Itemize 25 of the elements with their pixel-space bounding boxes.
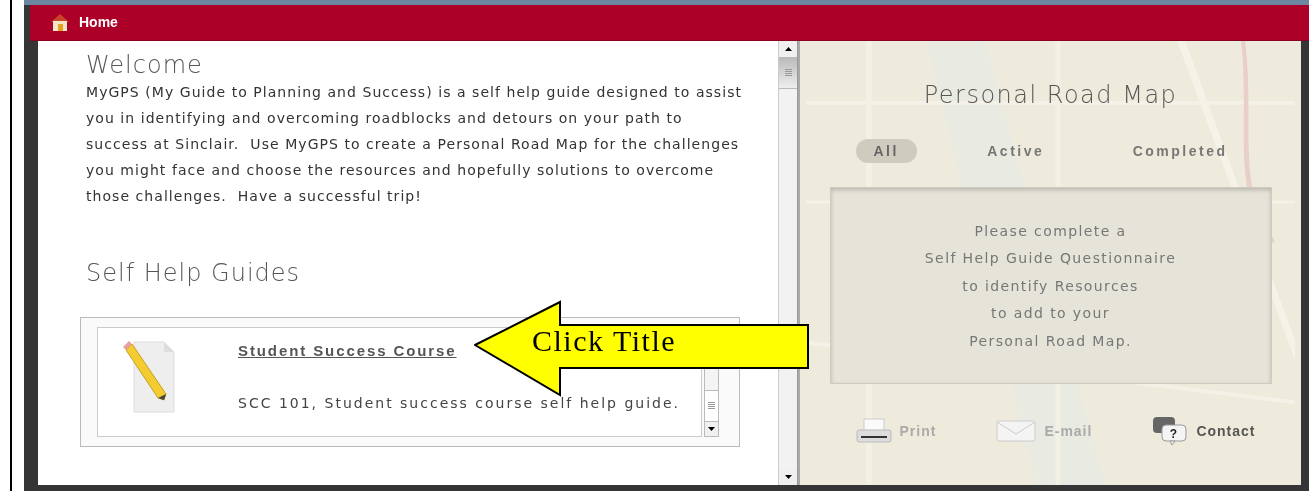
road-map-title: Personal Road Map — [923, 80, 1178, 109]
welcome-text: MyGPS (My Guide to Planning and Success) is a self help guide designed to assist you in identifying and overcoming roadblocks and detours on your path to success at Sinclair. Use MyGPS to create a Personal Road Map for the challenges you might face and choose the resources and hopefully solutions to overcome those challenges. Have a successful trip! — [86, 82, 744, 206]
scroll-down-icon[interactable] — [784, 475, 792, 479]
message-text: to add to your — [991, 304, 1110, 324]
message-text: Personal Road Map. — [969, 331, 1132, 351]
callout-text: Click Title — [532, 326, 677, 356]
message-text: to identify Resources — [962, 276, 1139, 296]
message-text: Self Help Guide Questionnaire — [924, 249, 1177, 269]
message-text: Please complete a — [974, 221, 1127, 241]
printer-icon — [855, 417, 892, 444]
filter-tab[interactable]: Active — [969, 138, 1063, 163]
envelope-icon — [996, 419, 1037, 442]
scrollbar-thumb[interactable] — [705, 389, 718, 422]
question-mark: ? — [1170, 426, 1179, 441]
welcome-heading: Welcome — [86, 50, 204, 79]
guides-heading: Self Help Guides — [86, 258, 302, 287]
scroll-up-icon[interactable] — [784, 46, 792, 51]
scroll-down-icon[interactable] — [708, 426, 715, 431]
home-link[interactable]: Home — [79, 14, 118, 31]
home-icon[interactable] — [50, 13, 70, 32]
guide-title-link[interactable]: Student Success Course — [238, 341, 457, 359]
scrollbar-thumb[interactable] — [779, 56, 797, 89]
contact-button[interactable]: ? Contact — [1152, 415, 1256, 446]
filter-tab[interactable]: Completed — [1114, 138, 1246, 163]
guide-description: SCC 101, Student success course self help guide. — [238, 394, 681, 411]
